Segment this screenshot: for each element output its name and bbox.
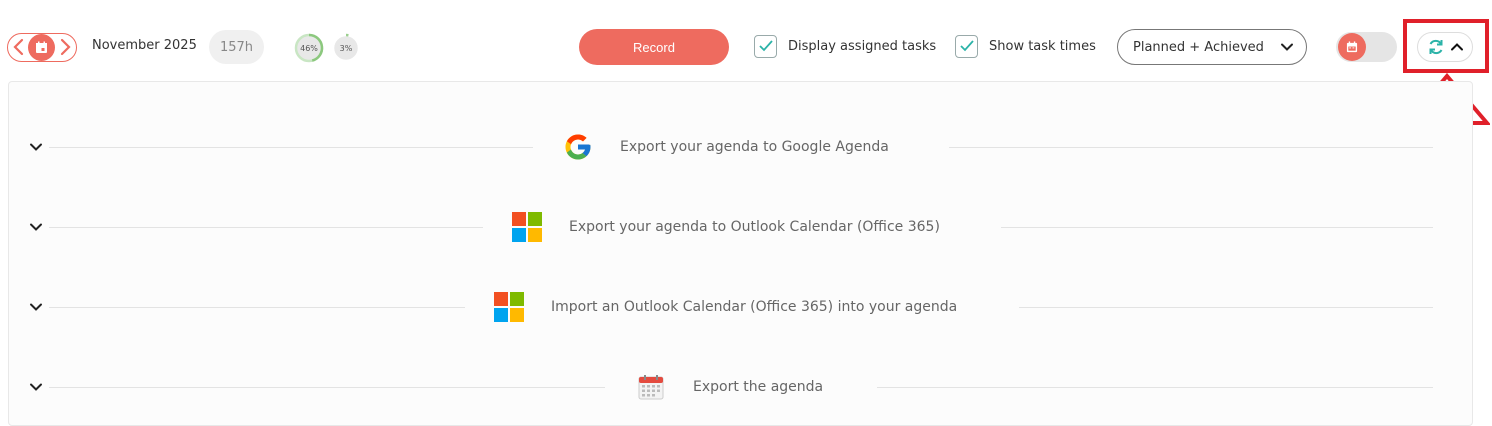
integrations-panel: Export your agenda to Google Agenda Expo… <box>8 81 1473 426</box>
calendar-picker-button[interactable] <box>28 34 55 61</box>
divider <box>49 227 483 228</box>
date-navigator <box>7 33 77 62</box>
show-task-times-checkbox[interactable]: Show task times <box>955 34 1096 58</box>
section-google-export: Export your agenda to Google Agenda <box>9 127 1474 167</box>
chevron-down-icon[interactable] <box>29 140 43 154</box>
section-header[interactable]: Export your agenda to Google Agenda <box>562 127 889 167</box>
divider <box>49 307 465 308</box>
section-outlook-export: Export your agenda to Outlook Calendar (… <box>9 207 1474 247</box>
section-label: Export your agenda to Outlook Calendar (… <box>569 219 940 235</box>
toggle-knob <box>1338 33 1366 61</box>
divider <box>1019 307 1433 308</box>
chevron-left-icon[interactable] <box>12 38 26 56</box>
divider <box>49 387 605 388</box>
progress-ring-label: 46% <box>300 43 318 53</box>
chevron-down-icon[interactable] <box>29 220 43 234</box>
section-label: Export the agenda <box>693 379 824 395</box>
divider <box>49 147 533 148</box>
checkmark-icon <box>758 40 773 52</box>
calendar-icon <box>635 371 667 403</box>
section-label: Import an Outlook Calendar (Office 365) … <box>551 299 958 315</box>
toolbar: November 2025 157h 46% 3% Record Display… <box>0 0 1492 80</box>
section-header[interactable]: Import an Outlook Calendar (Office 365) … <box>493 287 957 327</box>
section-header[interactable]: Export the agenda <box>635 367 823 407</box>
section-label: Export your agenda to Google Agenda <box>620 139 889 155</box>
progress-ring-label: 3% <box>339 43 353 53</box>
calendar-icon <box>1346 41 1358 53</box>
section-agenda-export: Export the agenda <box>9 367 1474 407</box>
divider <box>949 147 1433 148</box>
calendar-icon <box>36 41 47 53</box>
progress-ring-secondary: 3% <box>331 33 361 63</box>
view-mode-select[interactable]: Planned + Achieved <box>1117 29 1307 65</box>
google-icon <box>562 131 594 163</box>
checkbox-box[interactable] <box>754 34 777 58</box>
checkbox-label: Show task times <box>989 38 1096 54</box>
chevron-down-icon[interactable] <box>29 300 43 314</box>
chevron-down-icon <box>1281 43 1293 51</box>
section-outlook-import: Import an Outlook Calendar (Office 365) … <box>9 287 1474 327</box>
view-mode-value: Planned + Achieved <box>1133 39 1264 55</box>
chevron-right-icon[interactable] <box>58 38 72 56</box>
section-header[interactable]: Export your agenda to Outlook Calendar (… <box>511 207 940 247</box>
microsoft-icon <box>493 291 525 323</box>
checkbox-box[interactable] <box>955 34 978 58</box>
progress-ring-achieved: 46% <box>294 33 324 63</box>
chevron-down-icon[interactable] <box>29 380 43 394</box>
divider <box>1001 227 1433 228</box>
highlight-annotation-box <box>1403 19 1489 73</box>
hours-badge: 157h <box>209 30 264 64</box>
checkmark-icon <box>959 40 974 52</box>
display-assigned-tasks-checkbox[interactable]: Display assigned tasks <box>754 34 936 58</box>
calendar-view-toggle[interactable] <box>1336 32 1397 62</box>
record-button[interactable]: Record <box>579 29 729 65</box>
microsoft-icon <box>511 211 543 243</box>
current-month: November 2025 <box>92 38 197 53</box>
divider <box>877 387 1433 388</box>
checkbox-label: Display assigned tasks <box>788 38 937 54</box>
